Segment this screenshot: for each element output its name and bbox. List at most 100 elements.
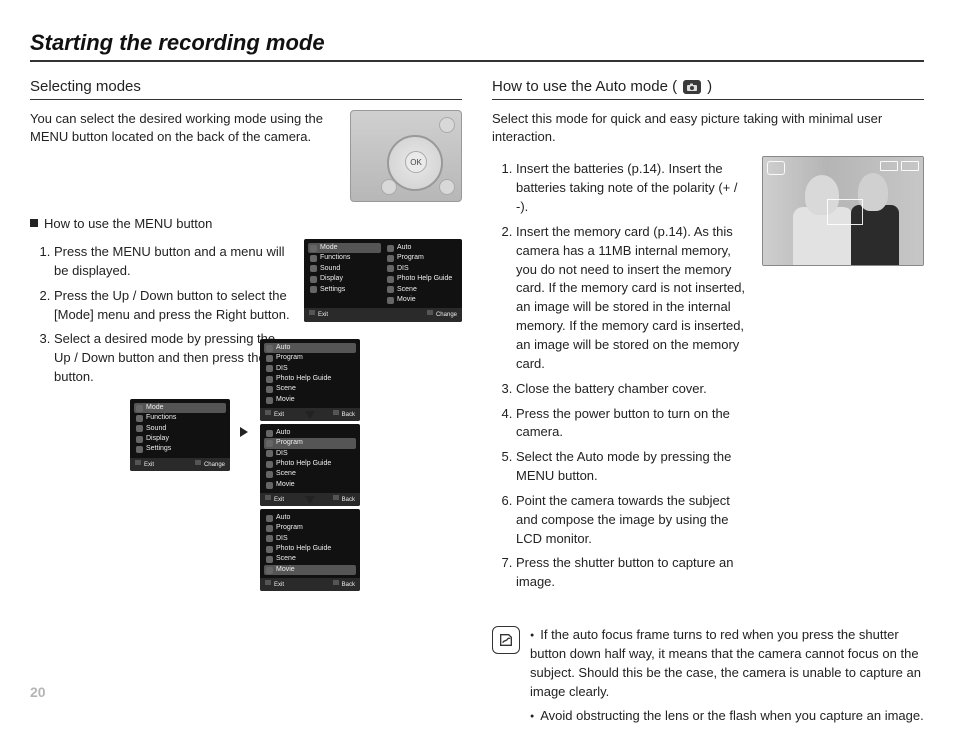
menu-screenshot-small: Auto Program DIS Photo Help Guide Scene … xyxy=(260,424,360,507)
menu-item-label: Settings xyxy=(146,445,171,453)
menu-item-label: Movie xyxy=(397,296,416,304)
menu-footer-change: Change xyxy=(427,310,457,319)
menu-item-label: Sound xyxy=(320,265,340,273)
menu-item-label: Auto xyxy=(397,244,411,252)
menu-screenshot-main: Mode Functions Sound Display Settings Au… xyxy=(304,239,462,322)
osd-status-icons xyxy=(880,161,919,171)
selecting-modes-intro: You can select the desired working mode … xyxy=(30,110,338,146)
autofocus-frame-icon xyxy=(827,199,863,225)
menu-item-label: Mode xyxy=(146,404,164,412)
menu-item-label: Display xyxy=(320,275,343,283)
menu-footer: Exit Change xyxy=(304,308,462,321)
ok-button-icon: OK xyxy=(405,151,427,173)
auto-step-3: Close the battery chamber cover. xyxy=(516,380,750,399)
section-rule xyxy=(30,99,462,100)
menu-screenshot-small: Auto Program DIS Photo Help Guide Scene … xyxy=(260,339,360,422)
menu-item: Photo Help Guide xyxy=(385,274,458,284)
menu-step-3: Select a desired mode by pressing the Up… xyxy=(54,330,290,387)
auto-mode-heading-prefix: How to use the Auto mode ( xyxy=(492,78,677,95)
menu-item: Auto xyxy=(385,243,458,253)
menu-left-list: Mode Functions Sound Display Settings xyxy=(308,243,381,305)
menu-flow-shot-1: Mode Functions Sound Display Settings Ex… xyxy=(130,399,230,471)
menu-item-icon xyxy=(387,276,394,283)
menu-item: Functions xyxy=(308,253,381,263)
menu-item: Mode xyxy=(308,243,381,253)
menu-item: Sound xyxy=(308,264,381,274)
menu-screenshot-small: Auto Program DIS Photo Help Guide Scene … xyxy=(260,509,360,592)
arrow-down-icon xyxy=(305,496,315,504)
menu-item-icon xyxy=(310,286,317,293)
menu-item-label: Functions xyxy=(320,254,350,262)
osd-mode-icon xyxy=(767,161,785,175)
menu-flow-diagram: Mode Functions Sound Display Settings Ex… xyxy=(30,399,462,629)
intro-row: You can select the desired working mode … xyxy=(30,110,462,202)
arrow-right-icon xyxy=(240,427,248,437)
menu-step-2: Press the Up / Down button to select the… xyxy=(54,287,290,325)
menu-button-subheading: How to use the MENU button xyxy=(30,216,462,231)
camera-back-illustration: OK xyxy=(350,110,462,202)
menu-item: Scene xyxy=(385,285,458,295)
square-bullet-icon xyxy=(30,219,38,227)
menu-item-label: DIS xyxy=(397,265,409,273)
menu-item-label: Settings xyxy=(320,286,345,294)
menu-button-icon xyxy=(439,117,455,133)
menu-item-icon xyxy=(310,265,317,272)
menu-item: Settings xyxy=(308,285,381,295)
two-column-layout: Selecting modes You can select the desir… xyxy=(30,78,924,732)
note-list: If the auto focus frame turns to red whe… xyxy=(530,626,924,732)
auto-mode-steps-row: Insert the batteries (p.14). Insert the … xyxy=(492,156,924,598)
menu-item-label: Program xyxy=(397,254,424,262)
menu-step-1: Press the MENU button and a menu will be… xyxy=(54,243,290,281)
auto-step-7: Press the shutter button to capture an i… xyxy=(516,554,750,592)
menu-item-icon xyxy=(387,255,394,262)
menu-item-label: Scene xyxy=(397,286,417,294)
menu-steps-row: Press the MENU button and a menu will be… xyxy=(30,239,462,393)
menu-item: Movie xyxy=(385,295,458,305)
section-rule xyxy=(492,99,924,100)
menu-item-icon xyxy=(387,297,394,304)
aux-button-icon xyxy=(381,179,397,195)
menu-item-label: Mode xyxy=(320,244,338,252)
menu-flow-shot-4: Auto Program DIS Photo Help Guide Scene … xyxy=(260,509,360,592)
auto-step-2: Insert the memory card (p.14). As this c… xyxy=(516,223,750,374)
menu-item-icon xyxy=(387,245,394,252)
menu-item-icon xyxy=(310,255,317,262)
auto-mode-intro: Select this mode for quick and easy pict… xyxy=(492,110,924,146)
left-column: Selecting modes You can select the desir… xyxy=(30,78,462,732)
auto-mode-camera-icon xyxy=(683,80,701,94)
lcd-preview-illustration xyxy=(762,156,924,266)
note-box: If the auto focus frame turns to red whe… xyxy=(492,626,924,732)
auto-mode-heading-suffix: ) xyxy=(707,78,712,95)
arrow-down-icon xyxy=(305,411,315,419)
manual-page: Starting the recording mode Selecting mo… xyxy=(0,0,954,720)
menu-screenshot-small: Mode Functions Sound Display Settings Ex… xyxy=(130,399,230,471)
right-column: How to use the Auto mode ( ) Select this… xyxy=(492,78,924,732)
auto-mode-heading: How to use the Auto mode ( ) xyxy=(492,78,924,95)
menu-button-steps: Press the MENU button and a menu will be… xyxy=(30,243,290,393)
note-item-1: If the auto focus frame turns to red whe… xyxy=(530,626,924,701)
menu-flow-shot-2: Auto Program DIS Photo Help Guide Scene … xyxy=(260,339,360,422)
fn-button-icon xyxy=(439,179,455,195)
page-number: 20 xyxy=(30,684,46,700)
menu-columns: Mode Functions Sound Display Settings Au… xyxy=(308,243,458,305)
auto-step-6: Point the camera towards the subject and… xyxy=(516,492,750,549)
menu-item: Program xyxy=(385,253,458,263)
menu-button-subheading-text: How to use the MENU button xyxy=(44,216,212,231)
menu-item-icon xyxy=(310,245,317,252)
selecting-modes-heading-text: Selecting modes xyxy=(30,78,141,95)
menu-item-icon xyxy=(387,265,394,272)
page-title: Starting the recording mode xyxy=(30,30,924,56)
title-rule xyxy=(30,60,924,62)
note-item-2: Avoid obstructing the lens or the flash … xyxy=(530,707,924,726)
menu-item: DIS xyxy=(385,264,458,274)
note-icon xyxy=(492,626,520,654)
menu-flow-shot-3: Auto Program DIS Photo Help Guide Scene … xyxy=(260,424,360,507)
menu-item-icon xyxy=(387,286,394,293)
menu-item-label: Sound xyxy=(146,425,166,433)
menu-item: Display xyxy=(308,274,381,284)
menu-item-label: Functions xyxy=(146,414,176,422)
menu-item-label: Display xyxy=(146,435,169,443)
menu-footer-exit: Exit xyxy=(309,310,328,319)
menu-right-list: Auto Program DIS Photo Help Guide Scene … xyxy=(385,243,458,305)
auto-step-5: Select the Auto mode by pressing the MEN… xyxy=(516,448,750,486)
